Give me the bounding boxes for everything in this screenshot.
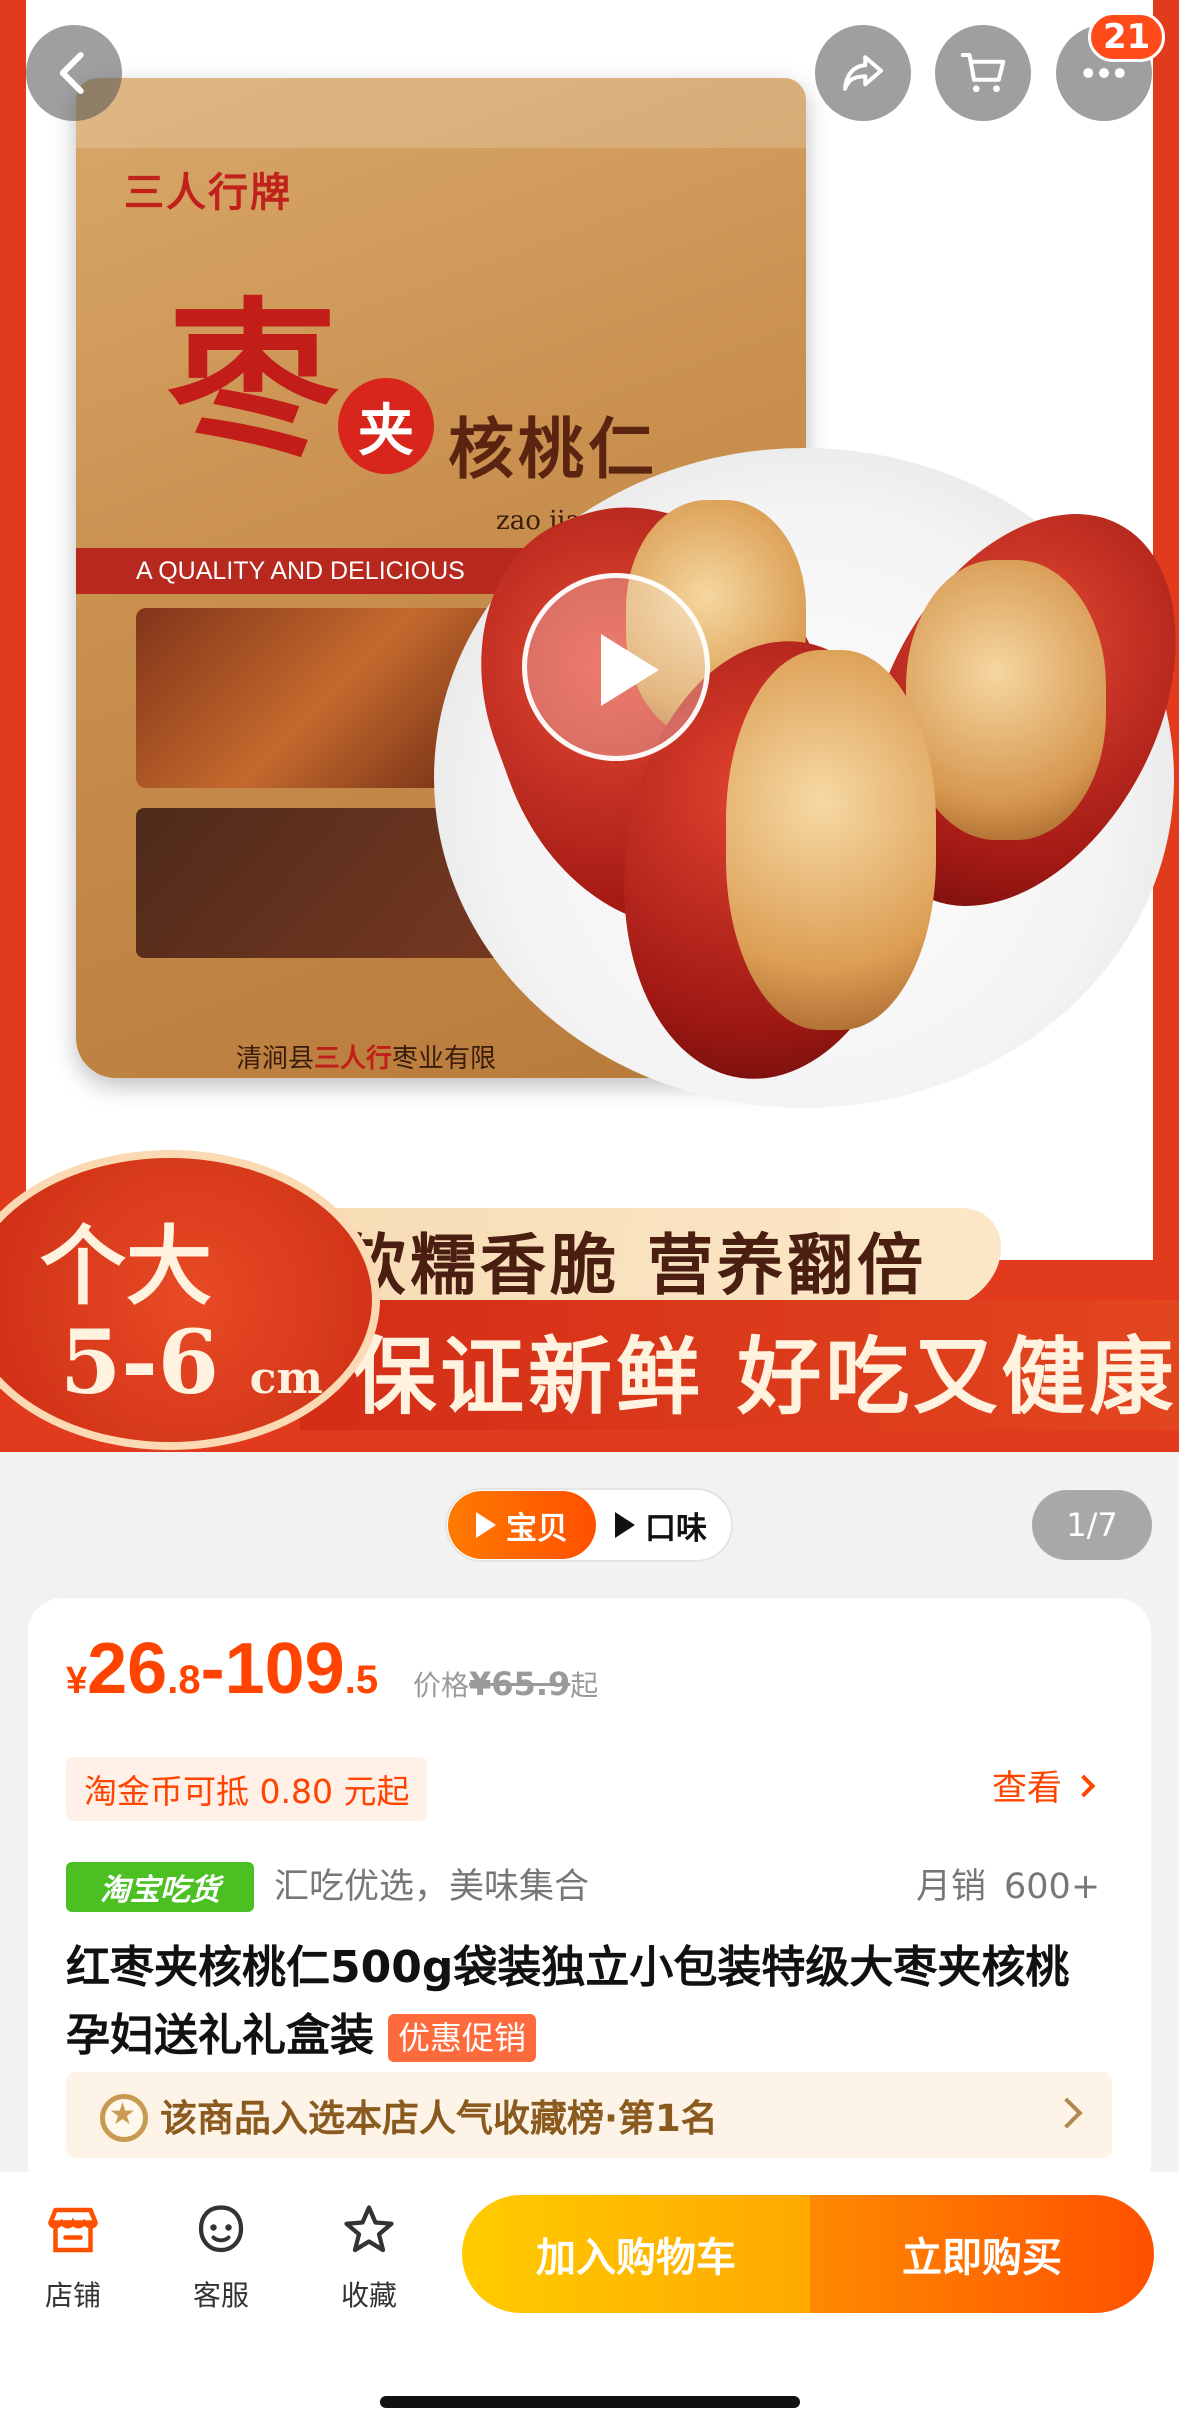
walnut-image bbox=[906, 560, 1106, 840]
view-coupon-link[interactable]: 查看 bbox=[992, 1760, 1096, 1811]
promo-tag: 优惠促销 bbox=[388, 2014, 537, 2062]
tab-product[interactable]: 宝贝 bbox=[448, 1491, 596, 1559]
chevron-right-icon bbox=[1051, 2097, 1083, 2129]
monthly-sales: 月销 600+ bbox=[916, 1867, 1101, 1907]
buy-now-button[interactable]: 立即购买 bbox=[810, 2195, 1154, 2313]
bag-circle-character: 夹 bbox=[338, 378, 434, 474]
cart-button[interactable] bbox=[935, 25, 1031, 121]
bag-maker-text: 清涧县三人行枣业有限 bbox=[236, 1044, 497, 1074]
back-button[interactable] bbox=[26, 25, 122, 121]
chevron-right-icon bbox=[1072, 1774, 1096, 1797]
size-label: 个大 bbox=[40, 1216, 212, 1317]
ranking-text: 该商品入选本店人气收藏榜·第1名 bbox=[160, 2097, 718, 2140]
original-price: 价格¥65.9起 bbox=[413, 1665, 599, 1703]
home-indicator[interactable] bbox=[380, 2396, 800, 2408]
play-icon bbox=[615, 1512, 635, 1538]
price-range: ¥26.8-109.5 bbox=[66, 1629, 379, 1709]
favorite-label: 收藏 bbox=[340, 2279, 397, 2312]
store-label: 店铺 bbox=[44, 2279, 101, 2312]
coin-discount-tag: 淘金币可抵 0.80 元起 bbox=[66, 1757, 428, 1821]
play-icon bbox=[476, 1512, 496, 1538]
product-image: 三人行牌 枣 夹 核桃仁 zao jia he tao ren A QUALIT… bbox=[26, 0, 1179, 1260]
share-icon bbox=[842, 55, 884, 91]
medal-icon: ★ bbox=[100, 2088, 154, 2142]
walnut-image bbox=[726, 650, 936, 1030]
customer-service-button[interactable]: 客服 bbox=[166, 2200, 276, 2314]
tab-product-label: 宝贝 bbox=[506, 1510, 568, 1547]
ranking-banner[interactable]: ★ 该商品入选本店人气收藏榜·第1名 bbox=[66, 2072, 1112, 2158]
customer-service-icon bbox=[198, 2205, 244, 2253]
chevron-left-icon bbox=[59, 52, 84, 94]
customer-service-label: 客服 bbox=[192, 2279, 249, 2312]
tab-flavor[interactable]: 口味 bbox=[615, 1491, 707, 1559]
store-icon bbox=[48, 2207, 98, 2253]
play-video-button[interactable] bbox=[522, 573, 710, 761]
size-value: 5-6 cm bbox=[60, 1310, 323, 1414]
cart-icon bbox=[960, 52, 1006, 93]
favorite-button[interactable]: 收藏 bbox=[314, 2200, 424, 2314]
banner-line-2: 保证新鲜 好吃又健康 bbox=[352, 1327, 1178, 1426]
store-button[interactable]: 店铺 bbox=[18, 2200, 128, 2314]
tab-flavor-label: 口味 bbox=[645, 1510, 707, 1547]
store-slogan: 汇吃优选，美味集合 bbox=[274, 1867, 590, 1907]
product-title: 红枣夹核桃仁500g袋装独立小包装特级大枣夹核桃孕妇送礼礼盒装 优惠促销 bbox=[66, 1942, 1070, 2062]
star-icon bbox=[344, 2205, 394, 2253]
image-page-indicator: 1/7 bbox=[1032, 1490, 1152, 1560]
taobao-foodie-badge: 淘宝吃货 bbox=[66, 1862, 254, 1912]
banner-line-1: 软糯香脆 营养翻倍 bbox=[340, 1226, 927, 1304]
bag-big-character: 枣 bbox=[168, 281, 339, 481]
notification-count-badge: 21 bbox=[1088, 12, 1166, 62]
bag-product-name: 核桃仁 bbox=[448, 410, 658, 488]
media-switcher: 宝贝 口味 bbox=[445, 1488, 733, 1562]
share-button[interactable] bbox=[815, 25, 911, 121]
add-to-cart-button[interactable]: 加入购物车 bbox=[462, 2195, 810, 2313]
product-image-carousel[interactable]: 三人行牌 枣 夹 核桃仁 zao jia he tao ren A QUALIT… bbox=[0, 0, 1179, 1452]
bag-brand-text: 三人行牌 bbox=[124, 169, 292, 216]
